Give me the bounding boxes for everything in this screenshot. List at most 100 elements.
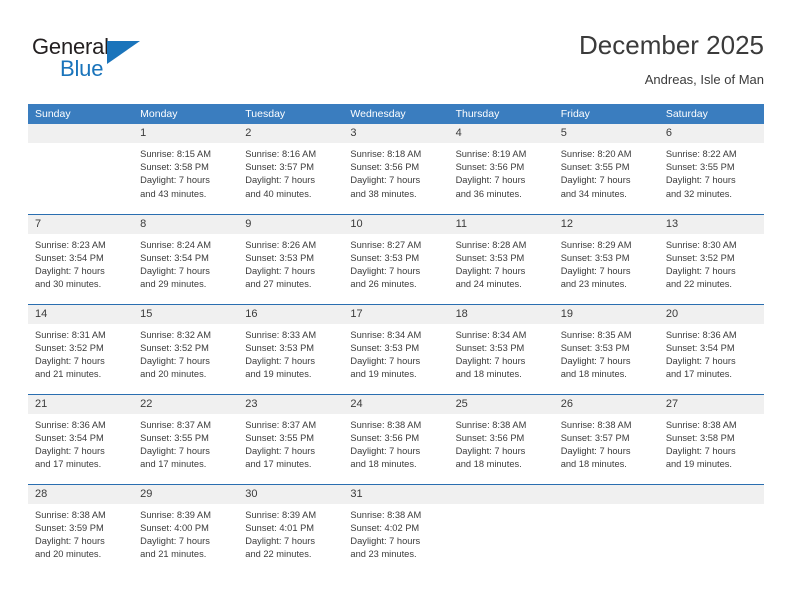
day-cell[interactable]: 2 Sunrise: 8:16 AM Sunset: 3:57 PM Daylight… [238, 124, 344, 214]
sunset-text: Sunset: 3:58 PM [140, 162, 209, 173]
sunset-text: Sunset: 3:56 PM [350, 162, 420, 173]
weekday-header-wednesday: Wednesday [343, 104, 449, 124]
sunrise-text: Sunrise: 8:37 AM [140, 419, 211, 430]
day-cell[interactable]: 9 Sunrise: 8:26 AM Sunset: 3:53 PM Daylight… [238, 213, 344, 304]
page-header: General Blue December 2025 Andreas, Isle… [28, 28, 764, 100]
daylight-text-line2: and 18 minutes. [350, 459, 417, 470]
day-cell[interactable]: 8 Sunrise: 8:24 AM Sunset: 3:54 PM Daylight… [133, 213, 239, 304]
daylight-text-line1: Daylight: 7 hours [350, 535, 421, 546]
day-cell[interactable]: 19 Sunrise: 8:35 AM Sunset: 3:53 PM Dayligh… [553, 303, 659, 394]
day-number [28, 124, 134, 143]
sunset-text: Sunset: 3:54 PM [665, 342, 735, 353]
sunrise-text: Sunrise: 8:33 AM [245, 329, 317, 340]
daylight-text-line2: and 18 minutes. [455, 459, 522, 470]
day-cell[interactable]: 13 Sunrise: 8:30 AM Sunset: 3:52 PM Dayligh… [658, 213, 764, 304]
day-cell[interactable]: 24 Sunrise: 8:38 AM Sunset: 3:56 PM Dayligh… [343, 393, 449, 484]
day-number: 23 [238, 394, 344, 414]
day-cell[interactable]: 22 Sunrise: 8:37 AM Sunset: 3:55 PM Dayligh… [133, 393, 239, 484]
day-details: Sunrise: 8:28 AM Sunset: 3:53 PM Daylight:… [449, 234, 554, 292]
day-cell-empty [448, 483, 554, 574]
day-details: Sunrise: 8:34 AM Sunset: 3:53 PM Daylight:… [449, 324, 554, 382]
day-cell[interactable]: 5 Sunrise: 8:20 AM Sunset: 3:55 PM Daylight… [553, 124, 659, 214]
day-cell[interactable]: 4 Sunrise: 8:19 AM Sunset: 3:56 PM Daylight… [448, 124, 554, 214]
daylight-text-line1: Daylight: 7 hours [455, 175, 526, 186]
day-cell[interactable]: 3 Sunrise: 8:18 AM Sunset: 3:56 PM Daylight… [343, 124, 449, 214]
sunrise-text: Sunrise: 8:38 AM [455, 419, 527, 430]
day-number: 26 [553, 394, 659, 414]
day-cell[interactable]: 31 Sunrise: 8:38 AM Sunset: 4:02 PM Dayligh… [343, 483, 449, 574]
daylight-text-line2: and 43 minutes. [140, 188, 207, 199]
day-cell[interactable]: 16 Sunrise: 8:33 AM Sunset: 3:53 PM Dayligh… [238, 303, 344, 394]
day-number: 1 [133, 124, 239, 143]
day-cell[interactable]: 27 Sunrise: 8:38 AM Sunset: 3:58 PM Dayligh… [658, 393, 764, 484]
day-details: Sunrise: 8:34 AM Sunset: 3:53 PM Daylight:… [343, 324, 448, 382]
general-blue-logo[interactable]: General Blue [32, 34, 162, 86]
daylight-text-line1: Daylight: 7 hours [35, 265, 105, 276]
daylight-text-line1: Daylight: 7 hours [350, 355, 421, 366]
day-cell[interactable]: 21 Sunrise: 8:36 AM Sunset: 3:54 PM Dayligh… [28, 393, 134, 484]
day-details: Sunrise: 8:38 AM Sunset: 3:56 PM Daylight:… [449, 414, 554, 472]
day-details: Sunrise: 8:27 AM Sunset: 3:53 PM Daylight:… [343, 234, 448, 292]
day-cell[interactable]: 23 Sunrise: 8:37 AM Sunset: 3:55 PM Dayligh… [238, 393, 344, 484]
day-cell[interactable]: 11 Sunrise: 8:28 AM Sunset: 3:53 PM Dayligh… [448, 213, 554, 304]
sunset-text: Sunset: 3:53 PM [560, 342, 630, 353]
sunrise-text: Sunrise: 8:36 AM [665, 329, 737, 340]
daylight-text-line2: and 18 minutes. [560, 369, 627, 380]
daylight-text-line2: and 21 minutes. [35, 369, 102, 380]
day-number: 9 [238, 214, 344, 234]
day-details: Sunrise: 8:33 AM Sunset: 3:53 PM Daylight:… [238, 324, 343, 382]
day-cell[interactable]: 15 Sunrise: 8:32 AM Sunset: 3:52 PM Dayligh… [133, 303, 239, 394]
day-cell[interactable]: 29 Sunrise: 8:39 AM Sunset: 4:00 PM Dayligh… [133, 483, 239, 574]
daylight-text-line1: Daylight: 7 hours [245, 265, 316, 276]
sunrise-text: Sunrise: 8:31 AM [35, 329, 106, 340]
day-cell[interactable]: 12 Sunrise: 8:29 AM Sunset: 3:53 PM Dayligh… [553, 213, 659, 304]
sunset-text: Sunset: 3:59 PM [35, 522, 104, 533]
day-cell[interactable]: 18 Sunrise: 8:34 AM Sunset: 3:53 PM Dayligh… [448, 303, 554, 394]
daylight-text-line2: and 30 minutes. [35, 279, 102, 290]
day-cell[interactable]: 10 Sunrise: 8:27 AM Sunset: 3:53 PM Dayligh… [343, 213, 449, 304]
day-cell[interactable]: 26 Sunrise: 8:38 AM Sunset: 3:57 PM Dayligh… [553, 393, 659, 484]
day-details: Sunrise: 8:38 AM Sunset: 4:02 PM Daylight:… [343, 504, 448, 562]
day-cell[interactable]: 7 Sunrise: 8:23 AM Sunset: 3:54 PM Daylight… [28, 213, 134, 304]
sunrise-text: Sunrise: 8:39 AM [245, 509, 317, 520]
sunrise-text: Sunrise: 8:22 AM [665, 149, 737, 159]
daylight-text-line2: and 17 minutes. [35, 459, 102, 470]
sunrise-text: Sunrise: 8:35 AM [560, 329, 632, 340]
day-cell[interactable]: 17 Sunrise: 8:34 AM Sunset: 3:53 PM Dayligh… [343, 303, 449, 394]
daylight-text-line1: Daylight: 7 hours [35, 445, 105, 456]
day-cell[interactable]: 1 Sunrise: 8:15 AM Sunset: 3:58 PM Daylight… [133, 124, 239, 214]
day-number: 11 [448, 214, 554, 234]
day-cell[interactable]: 28 Sunrise: 8:38 AM Sunset: 3:59 PM Dayligh… [28, 483, 134, 574]
day-number: 12 [553, 214, 659, 234]
day-cell[interactable]: 14 Sunrise: 8:31 AM Sunset: 3:52 PM Dayligh… [28, 303, 134, 394]
day-number: 17 [343, 304, 449, 324]
daylight-text-line2: and 19 minutes. [665, 459, 732, 470]
daylight-text-line2: and 23 minutes. [350, 549, 417, 560]
day-number: 30 [238, 484, 344, 504]
sunset-text: Sunset: 3:56 PM [455, 432, 525, 443]
day-number [553, 484, 659, 504]
sunrise-text: Sunrise: 8:30 AM [665, 239, 737, 250]
sunset-text: Sunset: 3:53 PM [350, 252, 420, 263]
day-details: Sunrise: 8:38 AM Sunset: 3:58 PM Daylight:… [659, 414, 764, 472]
day-cell[interactable]: 30 Sunrise: 8:39 AM Sunset: 4:01 PM Dayligh… [238, 483, 344, 574]
sunrise-text: Sunrise: 8:38 AM [350, 509, 422, 520]
sunset-text: Sunset: 3:55 PM [560, 162, 630, 173]
day-number: 4 [448, 124, 554, 143]
daylight-text-line1: Daylight: 7 hours [560, 175, 631, 186]
daylight-text-line2: and 17 minutes. [140, 459, 207, 470]
daylight-text-line2: and 34 minutes. [560, 188, 627, 199]
sunrise-text: Sunrise: 8:38 AM [35, 509, 106, 520]
day-details: Sunrise: 8:29 AM Sunset: 3:53 PM Daylight:… [554, 234, 659, 292]
daylight-text-line1: Daylight: 7 hours [665, 445, 736, 456]
logo-text-blue: Blue [60, 56, 104, 81]
daylight-text-line1: Daylight: 7 hours [560, 265, 631, 276]
day-cell[interactable]: 6 Sunrise: 8:22 AM Sunset: 3:55 PM Daylight… [658, 124, 764, 214]
sunrise-text: Sunrise: 8:15 AM [140, 149, 211, 159]
sunrise-text: Sunrise: 8:36 AM [35, 419, 106, 430]
weekday-header: Sunday Monday Tuesday Wednesday Thursday Frid… [28, 104, 764, 124]
sunrise-text: Sunrise: 8:38 AM [665, 419, 737, 430]
day-cell[interactable]: 25 Sunrise: 8:38 AM Sunset: 3:56 PM Dayligh… [448, 393, 554, 484]
day-number: 7 [28, 214, 134, 234]
day-cell[interactable]: 20 Sunrise: 8:36 AM Sunset: 3:54 PM Dayligh… [658, 303, 764, 394]
